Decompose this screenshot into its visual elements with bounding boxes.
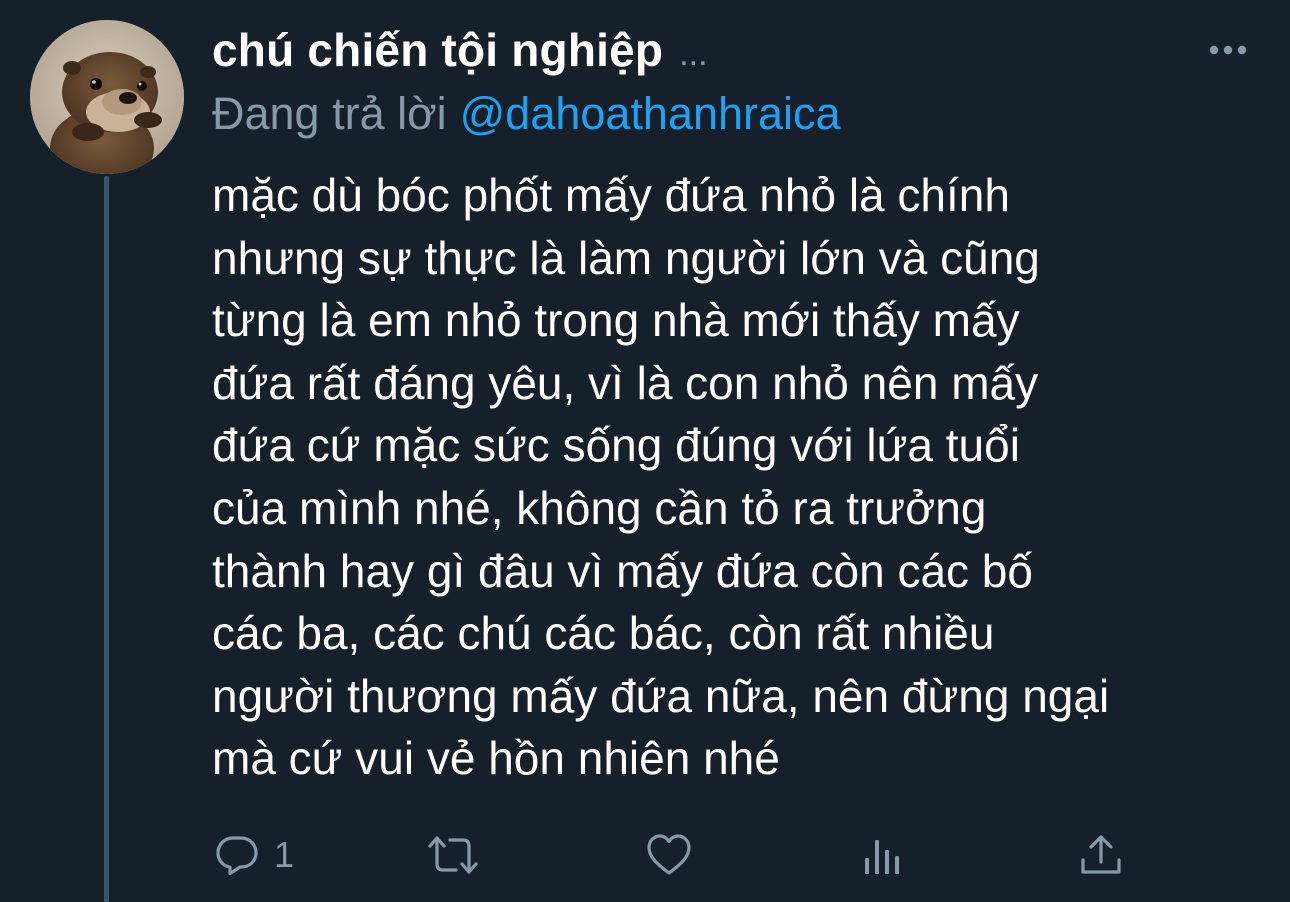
- reply-count: 1: [274, 834, 295, 875]
- tweet-header: chú chiến tội nghiệp ...: [212, 22, 708, 78]
- tweet-text-line: đứa cứ mặc sức sống đúng với lứa tuổi: [212, 419, 1020, 472]
- more-dots-icon: [1209, 45, 1247, 55]
- tweet-text-line: thành hay gì đâu vì mấy đứa còn các bố: [212, 544, 1033, 597]
- tweet-text-line: từng là em nhỏ trong nhà mới thấy mấy: [212, 294, 1020, 347]
- tweet-text-line: mà cứ vui vẻ hồn nhiên nhé: [212, 732, 780, 785]
- reply-button[interactable]: 1: [214, 830, 294, 880]
- tweet-text: mặc dù bóc phốt mấy đứa nhỏ là chính như…: [212, 164, 1272, 790]
- tweet-text-line: của mình nhé, không cần tỏ ra trưởng: [212, 481, 987, 534]
- more-options-button[interactable]: [1205, 30, 1251, 70]
- tweet-text-line: các ba, các chú các bác, còn rất nhiều: [212, 607, 995, 660]
- retweet-button[interactable]: [426, 830, 480, 880]
- replying-to-label: Đang trả lời: [212, 88, 447, 139]
- otter-avatar-image: [30, 20, 184, 174]
- analytics-icon: [865, 840, 899, 874]
- share-icon: [1081, 835, 1121, 874]
- tweet-text-line: đứa rất đáng yêu, vì là con nhỏ nên mấy: [212, 356, 1039, 409]
- thread-connector-line: [104, 176, 109, 902]
- tweet-text-line: mặc dù bóc phốt mấy đứa nhỏ là chính: [212, 169, 1010, 221]
- like-button[interactable]: [645, 830, 693, 880]
- tweet-text-line: nhưng sự thực là làm người lớn và cũng: [212, 231, 1040, 284]
- retweet-icon: [428, 836, 478, 874]
- heart-icon: [647, 834, 691, 875]
- analytics-button[interactable]: [862, 830, 908, 880]
- share-button[interactable]: [1078, 830, 1124, 880]
- tweet-text-line: người thương mấy đứa nữa, nên đừng ngại: [212, 669, 1110, 722]
- avatar[interactable]: [30, 20, 184, 174]
- name-overflow-ellipsis: ...: [679, 34, 708, 73]
- replying-to-line: Đang trả lời @dahoathanhraica: [212, 84, 841, 144]
- tweet-screen: { "tweet": { "display_name": "chú chiến …: [0, 0, 1290, 902]
- reply-icon: [216, 836, 258, 876]
- display-name[interactable]: chú chiến tội nghiệp: [212, 23, 663, 77]
- reply-handle-link[interactable]: @dahoathanhraica: [460, 88, 841, 140]
